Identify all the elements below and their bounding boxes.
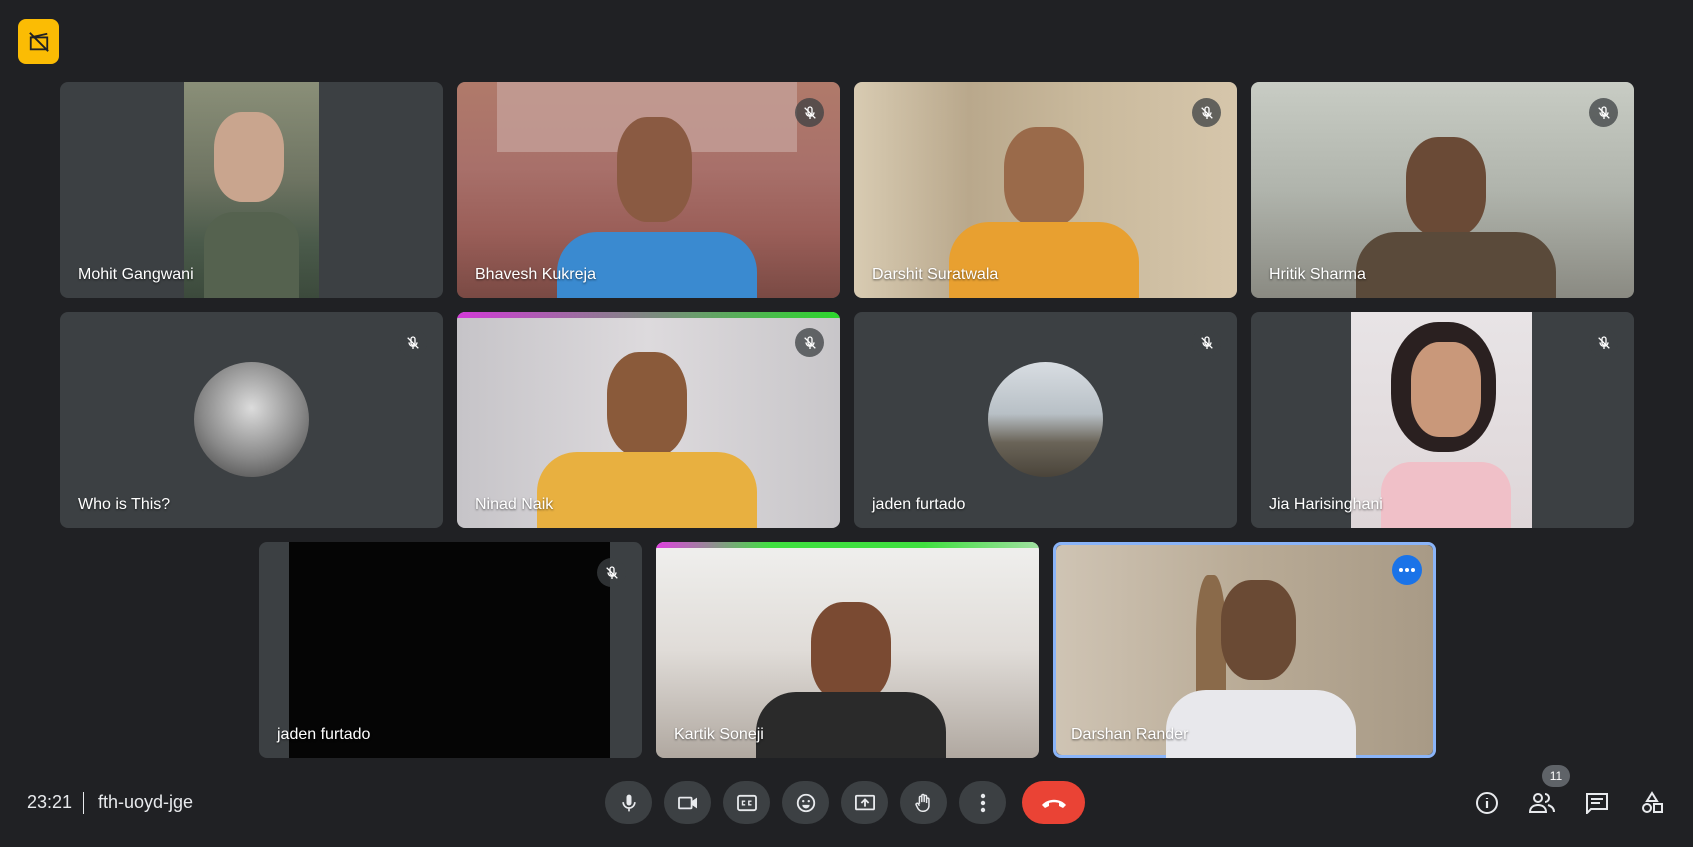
speaking-indicator (457, 312, 840, 318)
mic-off-icon (795, 98, 824, 127)
participant-tile[interactable]: Jia Harisinghani (1251, 312, 1634, 528)
shapes-icon (1642, 791, 1663, 813)
participant-tile[interactable]: jaden furtado (259, 542, 642, 758)
participant-tile[interactable]: Kartik Soneji (656, 542, 1039, 758)
mic-off-icon (1192, 328, 1221, 357)
chat-icon (1586, 793, 1608, 814)
mic-off-icon (1589, 98, 1618, 127)
participant-name: Bhavesh Kukreja (475, 266, 596, 283)
video-feed (1056, 545, 1433, 758)
activities-button[interactable] (1635, 786, 1669, 820)
participant-tile[interactable]: jaden furtado (854, 312, 1237, 528)
mic-button[interactable] (605, 781, 652, 824)
participant-name: Darshit Suratwala (872, 266, 999, 283)
meeting-time: 23:21 (27, 792, 73, 812)
captions-icon (736, 794, 757, 811)
mic-off-icon (398, 328, 427, 357)
mic-off-icon (597, 558, 626, 587)
participant-tile[interactable]: Hritik Sharma (1251, 82, 1634, 298)
reactions-button[interactable] (782, 781, 829, 824)
participant-tile-self[interactable]: Darshan Rander (1053, 542, 1436, 758)
participant-tile[interactable]: Bhavesh Kukreja (457, 82, 840, 298)
participant-name: Mohit Gangwani (78, 266, 194, 283)
mic-icon (621, 794, 636, 811)
people-button[interactable] (1525, 786, 1559, 820)
divider (83, 792, 84, 814)
end-call-icon (1041, 799, 1066, 808)
participant-name: Darshan Rander (1071, 726, 1189, 743)
meeting-details-button[interactable] (1470, 786, 1504, 820)
mic-off-icon (1192, 98, 1221, 127)
captions-button[interactable] (723, 781, 770, 824)
raise-hand-button[interactable] (900, 781, 947, 824)
chat-button[interactable] (1580, 786, 1614, 820)
participant-name: Kartik Soneji (674, 726, 764, 743)
end-call-button[interactable] (1022, 781, 1085, 824)
participant-tile[interactable]: Darshit Suratwala (854, 82, 1237, 298)
info-icon (1476, 792, 1498, 814)
participant-tile[interactable]: Mohit Gangwani (60, 82, 443, 298)
camera-button[interactable] (664, 781, 711, 824)
participant-name: Who is This? (78, 496, 171, 513)
more-vertical-icon (980, 793, 985, 812)
speaking-indicator (656, 542, 1039, 548)
participant-tile[interactable]: Who is This? (60, 312, 443, 528)
present-icon (854, 794, 875, 810)
people-icon (1529, 793, 1555, 813)
avatar (193, 362, 309, 477)
participant-name: jaden furtado (872, 496, 966, 513)
meeting-code[interactable]: fth-uoyd-jge (98, 792, 193, 813)
camera-icon (677, 796, 697, 809)
more-options-button[interactable] (959, 781, 1006, 824)
mic-off-icon (1589, 328, 1618, 357)
people-count-badge: 11 (1542, 765, 1570, 787)
avatar (987, 362, 1103, 477)
participant-name: Jia Harisinghani (1269, 496, 1383, 513)
participant-name: jaden furtado (277, 726, 371, 743)
video-feed (184, 82, 319, 298)
participant-name: Hritik Sharma (1269, 266, 1366, 283)
participant-name: Ninad Naik (475, 496, 554, 513)
raise-hand-icon (914, 793, 930, 812)
no-record-icon (28, 31, 49, 52)
present-button[interactable] (841, 781, 888, 824)
more-horizontal-icon (1399, 568, 1415, 572)
more-options-button[interactable] (1392, 555, 1422, 585)
participant-tile[interactable]: Ninad Naik (457, 312, 840, 528)
recording-indicator[interactable] (18, 19, 59, 64)
mic-off-icon (795, 328, 824, 357)
emoji-icon (796, 793, 815, 812)
